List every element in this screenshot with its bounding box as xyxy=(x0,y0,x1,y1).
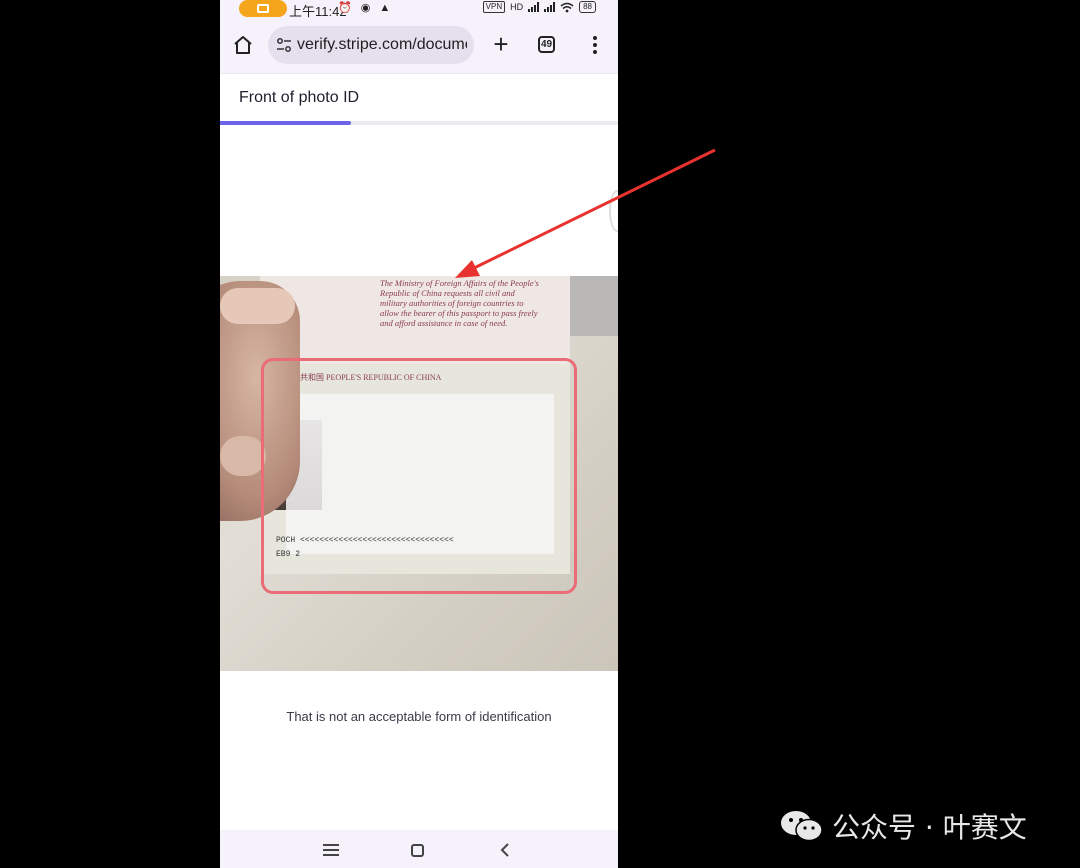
progress-bar xyxy=(220,121,618,125)
wechat-icon xyxy=(781,811,823,842)
home-icon[interactable] xyxy=(232,34,254,56)
finger xyxy=(220,288,295,324)
signal-icon xyxy=(528,2,540,12)
tab-switcher-button[interactable]: 49 xyxy=(538,36,555,53)
progress-fill xyxy=(220,121,352,125)
screen-record-indicator[interactable] xyxy=(239,0,287,17)
hd-label: HD xyxy=(510,2,524,12)
watermark: 公众号 · 叶赛文 xyxy=(780,806,1027,846)
phone-screen: 上午11:42 ⏰ ◉ ▲ VPN HD 88 verify.stripe.co… xyxy=(220,0,618,868)
status-right-icons: VPN HD 88 xyxy=(482,1,596,13)
page-header: Front of photo ID xyxy=(220,73,618,126)
new-tab-button[interactable]: + xyxy=(488,31,514,57)
home-nav-icon[interactable] xyxy=(411,844,424,857)
camera-icon xyxy=(257,4,269,13)
passport-endorsement-text: The Ministry of Foreign Affairs of the P… xyxy=(380,278,539,328)
system-nav-bar xyxy=(220,830,618,868)
vpn-badge: VPN xyxy=(482,1,506,13)
error-message: That is not an acceptable form of identi… xyxy=(286,709,552,724)
detection-frame xyxy=(261,358,577,594)
status-bar: 上午11:42 ⏰ ◉ ▲ VPN HD 88 xyxy=(220,0,618,19)
address-bar[interactable]: verify.stripe.com/document xyxy=(268,26,474,64)
notification-icons: ⏰ ◉ ▲ xyxy=(338,2,394,14)
url-text[interactable]: verify.stripe.com/document xyxy=(297,36,467,54)
site-settings-icon[interactable] xyxy=(276,37,292,53)
page-title: Front of photo ID xyxy=(239,89,360,106)
browser-toolbar: verify.stripe.com/document + 49 xyxy=(220,18,618,73)
wifi-icon xyxy=(560,2,574,12)
battery-icon: 88 xyxy=(579,1,596,13)
recents-icon[interactable] xyxy=(323,844,339,856)
finger xyxy=(220,436,266,476)
edge-handle xyxy=(609,190,618,232)
more-options-icon[interactable] xyxy=(590,36,600,56)
back-icon[interactable] xyxy=(498,842,512,858)
watermark-text: 公众号 · 叶赛文 xyxy=(832,811,1027,844)
signal-icon-2 xyxy=(544,2,556,12)
id-photo-preview: The Ministry of Foreign Affairs of the P… xyxy=(220,276,618,671)
